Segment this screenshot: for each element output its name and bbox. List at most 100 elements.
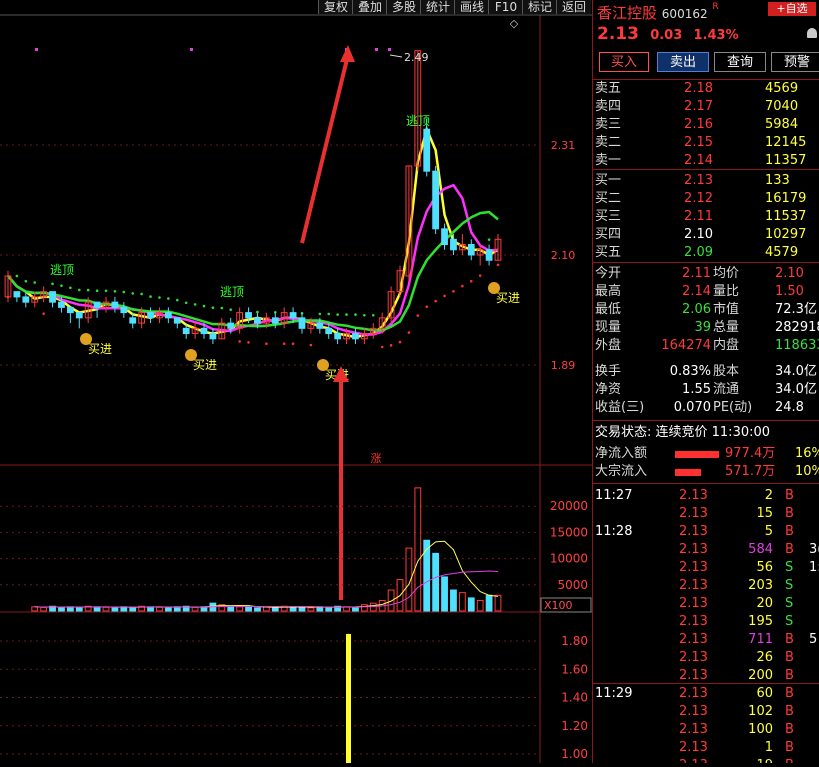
volume-tick-label: 5000: [557, 578, 588, 592]
candle-body: [441, 228, 448, 246]
ask-price: 2.18: [684, 81, 713, 96]
tick-price: 2.13: [679, 722, 708, 737]
stat-row: 今开 2.11 均价 2.10: [595, 265, 819, 283]
volume-bar: [156, 606, 163, 612]
ask-row: 卖五 2.18 4569: [595, 80, 819, 98]
volume-bar: [129, 606, 137, 612]
stat-value: 72.3亿: [775, 302, 817, 317]
volume-bar: [494, 594, 502, 612]
price-change-pct: 1.43%: [693, 28, 739, 43]
tick-side: B: [785, 686, 794, 701]
volume-bar: [102, 606, 110, 612]
trend-dot: [434, 299, 437, 303]
tick-row: 11:27 2.13 2 B: [595, 487, 819, 505]
trend-dot: [363, 313, 366, 317]
trend-dot: [318, 312, 322, 316]
volume-bar: [271, 606, 279, 612]
tick-price: 2.13: [679, 524, 708, 539]
tick-volume: 584: [748, 542, 773, 557]
candle-body: [93, 301, 101, 308]
tick-row: 11:29 2.13 60 B: [595, 685, 819, 703]
tick-price: 2.13: [679, 757, 708, 763]
candle-body: [164, 312, 172, 319]
bid-label: 买五: [595, 245, 622, 260]
trend-dot: [443, 294, 446, 298]
toolbar-6[interactable]: 标记: [522, 0, 557, 14]
stat-value: 118633: [775, 338, 819, 353]
flow-bar: [675, 469, 701, 476]
marker-dot: [388, 48, 391, 51]
volume-bar: [245, 606, 252, 612]
chart-canvas[interactable]: 2.312.101.892.49逃顶逃顶逃顶买进买进买进买进涨◇20000150…: [0, 0, 592, 763]
tick-volume: 711: [748, 632, 773, 647]
tick-row: 2.13 203 S: [595, 577, 819, 595]
buy-button[interactable]: 买入: [599, 52, 649, 72]
sell-button[interactable]: 卖出: [657, 52, 709, 72]
tick-side: B: [785, 704, 794, 719]
stat-value: 0.83%: [669, 364, 711, 379]
stat-label: 最高: [595, 284, 622, 299]
volume-bar: [387, 589, 395, 612]
trend-dot: [238, 340, 241, 343]
bid-row: 买四 2.10 10297: [595, 226, 819, 244]
volume-bar: [352, 606, 359, 612]
query-button[interactable]: 查询: [714, 52, 766, 72]
tick-side: B: [785, 740, 794, 755]
add-watchlist-button[interactable]: +自选: [768, 2, 816, 16]
toolbar-2[interactable]: 多股: [386, 0, 421, 14]
kline-chart-area[interactable]: 2.312.101.892.49逃顶逃顶逃顶买进买进买进买进涨◇20000150…: [0, 0, 592, 763]
toolbar-1[interactable]: 叠加: [352, 0, 387, 14]
candle-body: [485, 249, 493, 261]
bid-row: 买一 2.13 133: [595, 172, 819, 190]
bid-volume: 133: [765, 173, 790, 188]
candle-body: [49, 291, 56, 303]
tick-price: 2.13: [679, 650, 708, 665]
tick-row: 2.13 56 S 1:: [595, 559, 819, 577]
stat-row: 收益(三) 0.070 PE(动) 24.8: [595, 399, 819, 417]
stat-value: 2.14: [682, 284, 711, 299]
annotation-arrow: [300, 54, 350, 244]
stat-value: 0.070: [673, 400, 711, 415]
alert-button[interactable]: 预警: [771, 52, 819, 72]
toolbar-7[interactable]: 返回: [556, 0, 591, 14]
volume-bar: [58, 607, 65, 612]
tick-volume: 15: [756, 506, 773, 521]
bell-icon[interactable]: [807, 28, 817, 38]
trend-dot: [452, 290, 455, 293]
candle-body: [75, 312, 83, 319]
tick-time: 11:29: [595, 686, 633, 701]
toolbar-4[interactable]: 画线: [454, 0, 489, 14]
stat-label: 内盘: [713, 338, 740, 353]
indicator-bar: [346, 633, 351, 763]
bid-label: 买三: [595, 209, 622, 224]
tick-time: 11:27: [595, 488, 633, 503]
trend-dot: [461, 284, 464, 288]
toolbar-5[interactable]: F10: [488, 0, 523, 14]
volume-bar: [476, 600, 484, 612]
tick-side: S: [785, 596, 794, 611]
flow-label: 净流入额: [595, 446, 648, 461]
trend-dot: [416, 314, 420, 317]
volume-bar: [236, 606, 244, 612]
volume-bar: [298, 606, 306, 612]
trend-dot: [51, 282, 54, 286]
volume-bar: [111, 607, 119, 612]
tick-side: B: [785, 650, 794, 665]
trend-dot: [407, 331, 411, 334]
bid-price: 2.10: [684, 227, 713, 242]
trend-dot: [229, 308, 233, 311]
buy-label: 买进: [88, 342, 112, 356]
toolbar-3[interactable]: 统计: [420, 0, 455, 14]
stock-name[interactable]: 香江控股: [597, 4, 657, 22]
candle-body: [467, 244, 475, 256]
r-flag: R: [712, 2, 719, 12]
escape-top-label: 逃顶: [220, 285, 244, 299]
candle-body: [245, 312, 252, 319]
trend-dot: [33, 281, 37, 284]
tick-row: 2.13 100 B: [595, 721, 819, 739]
stat-value: 24.8: [775, 400, 804, 415]
flow-label: 大宗流入: [595, 464, 648, 479]
toolbar-0[interactable]: 复权: [318, 0, 353, 14]
trend-dot: [158, 296, 161, 299]
candle-body: [325, 327, 333, 335]
